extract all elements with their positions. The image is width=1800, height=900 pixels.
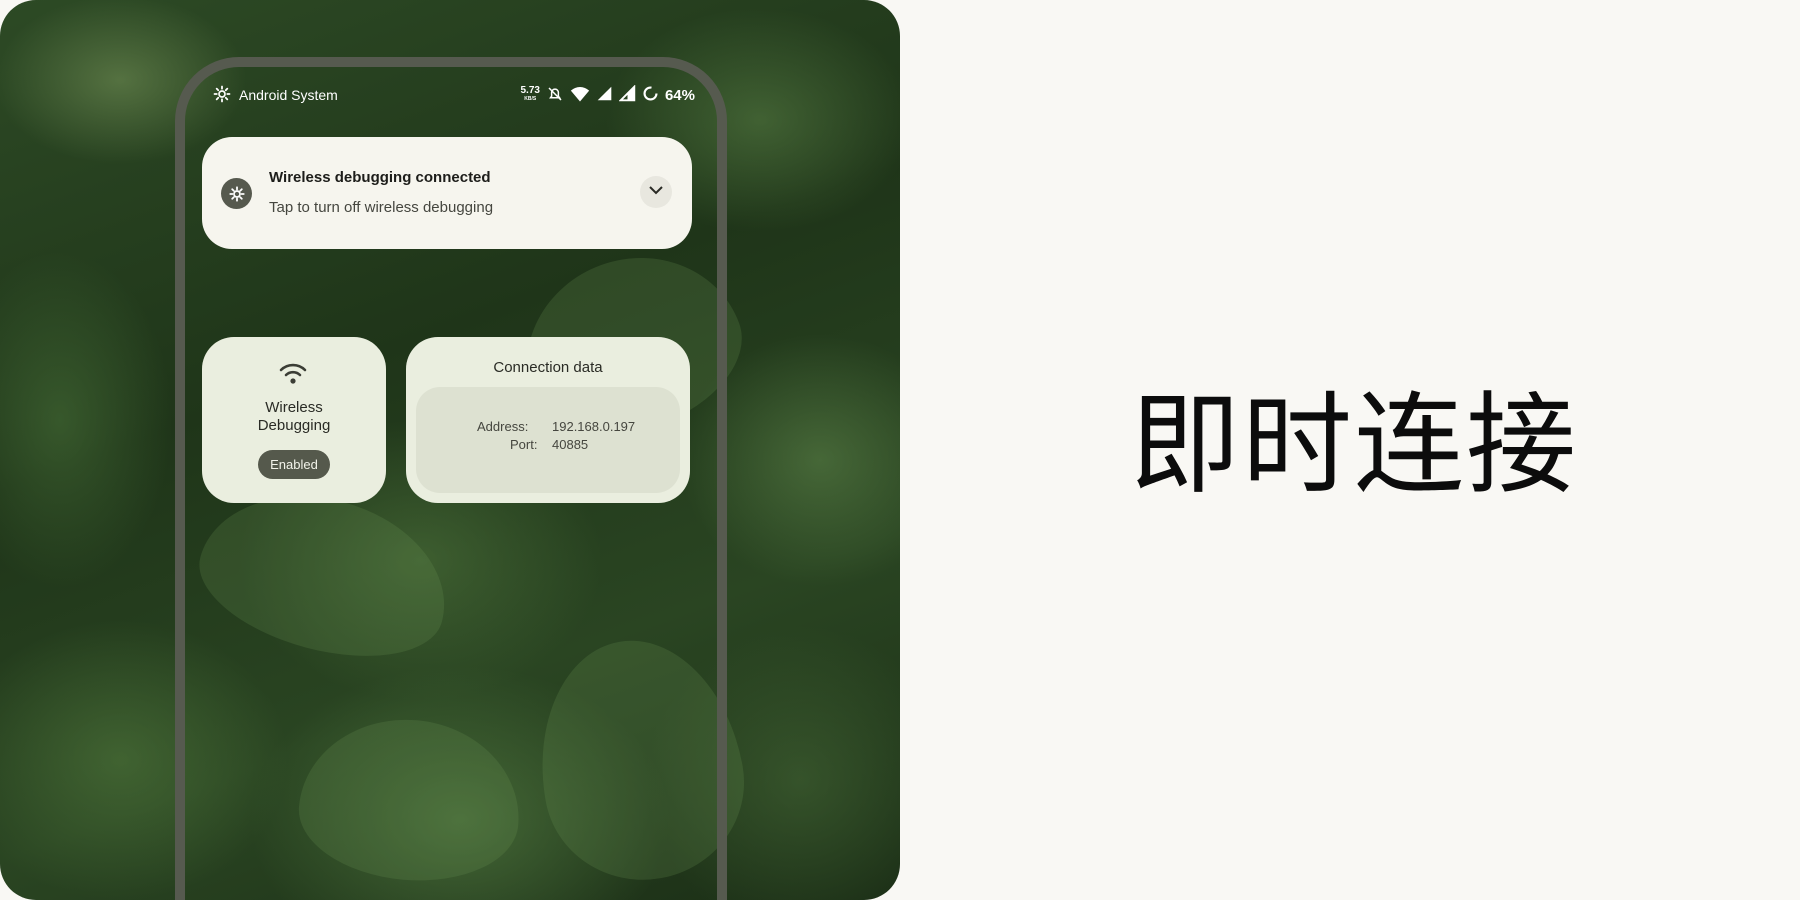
status-bar: Android System 5.73 KB/S 64% (185, 80, 717, 110)
connection-data-tile: Connection data Address: 192.168.0.197 P… (406, 337, 690, 503)
tile-label: Wireless Debugging (257, 399, 331, 434)
wireless-debugging-tile[interactable]: Wireless Debugging Enabled (202, 337, 386, 503)
net-speed-unit: KB/S (524, 96, 537, 102)
signal-icon-2 (618, 84, 636, 105)
connection-title: Connection data (493, 359, 603, 376)
address-label: Address: (477, 419, 529, 434)
bell-off-icon (546, 85, 564, 106)
notification-title: Wireless debugging connected (269, 169, 491, 186)
status-app-name: Android System (239, 87, 338, 103)
notification-body: Tap to turn off wireless debugging (269, 199, 494, 216)
net-speed: 5.73 KB/S (521, 86, 540, 104)
port-label: Port: (510, 437, 538, 452)
connection-info-box: Address: 192.168.0.197 Port: 40885 (416, 387, 680, 493)
status-badge[interactable]: Enabled (258, 450, 330, 479)
wifi-icon (570, 85, 590, 106)
wifi-icon (278, 361, 308, 392)
wallpaper-panel: Android System 5.73 KB/S 64% Wireless de… (0, 0, 900, 900)
gear-icon (213, 85, 231, 106)
address-value: 192.168.0.197 (552, 419, 636, 434)
battery-level: 64% (664, 86, 695, 104)
battery-saver-icon (642, 85, 659, 105)
headline: 即时连接 (1130, 381, 1578, 509)
gear-icon (221, 178, 252, 209)
port-value: 40885 (552, 437, 589, 452)
signal-icon (596, 85, 613, 105)
phone-frame: Android System 5.73 KB/S 64% Wireless de… (175, 57, 727, 900)
chevron-down-icon (648, 182, 664, 203)
wireless-debugging-notification[interactable]: Wireless debugging connected Tap to turn… (202, 137, 692, 249)
expand-notification-button[interactable] (640, 176, 672, 208)
